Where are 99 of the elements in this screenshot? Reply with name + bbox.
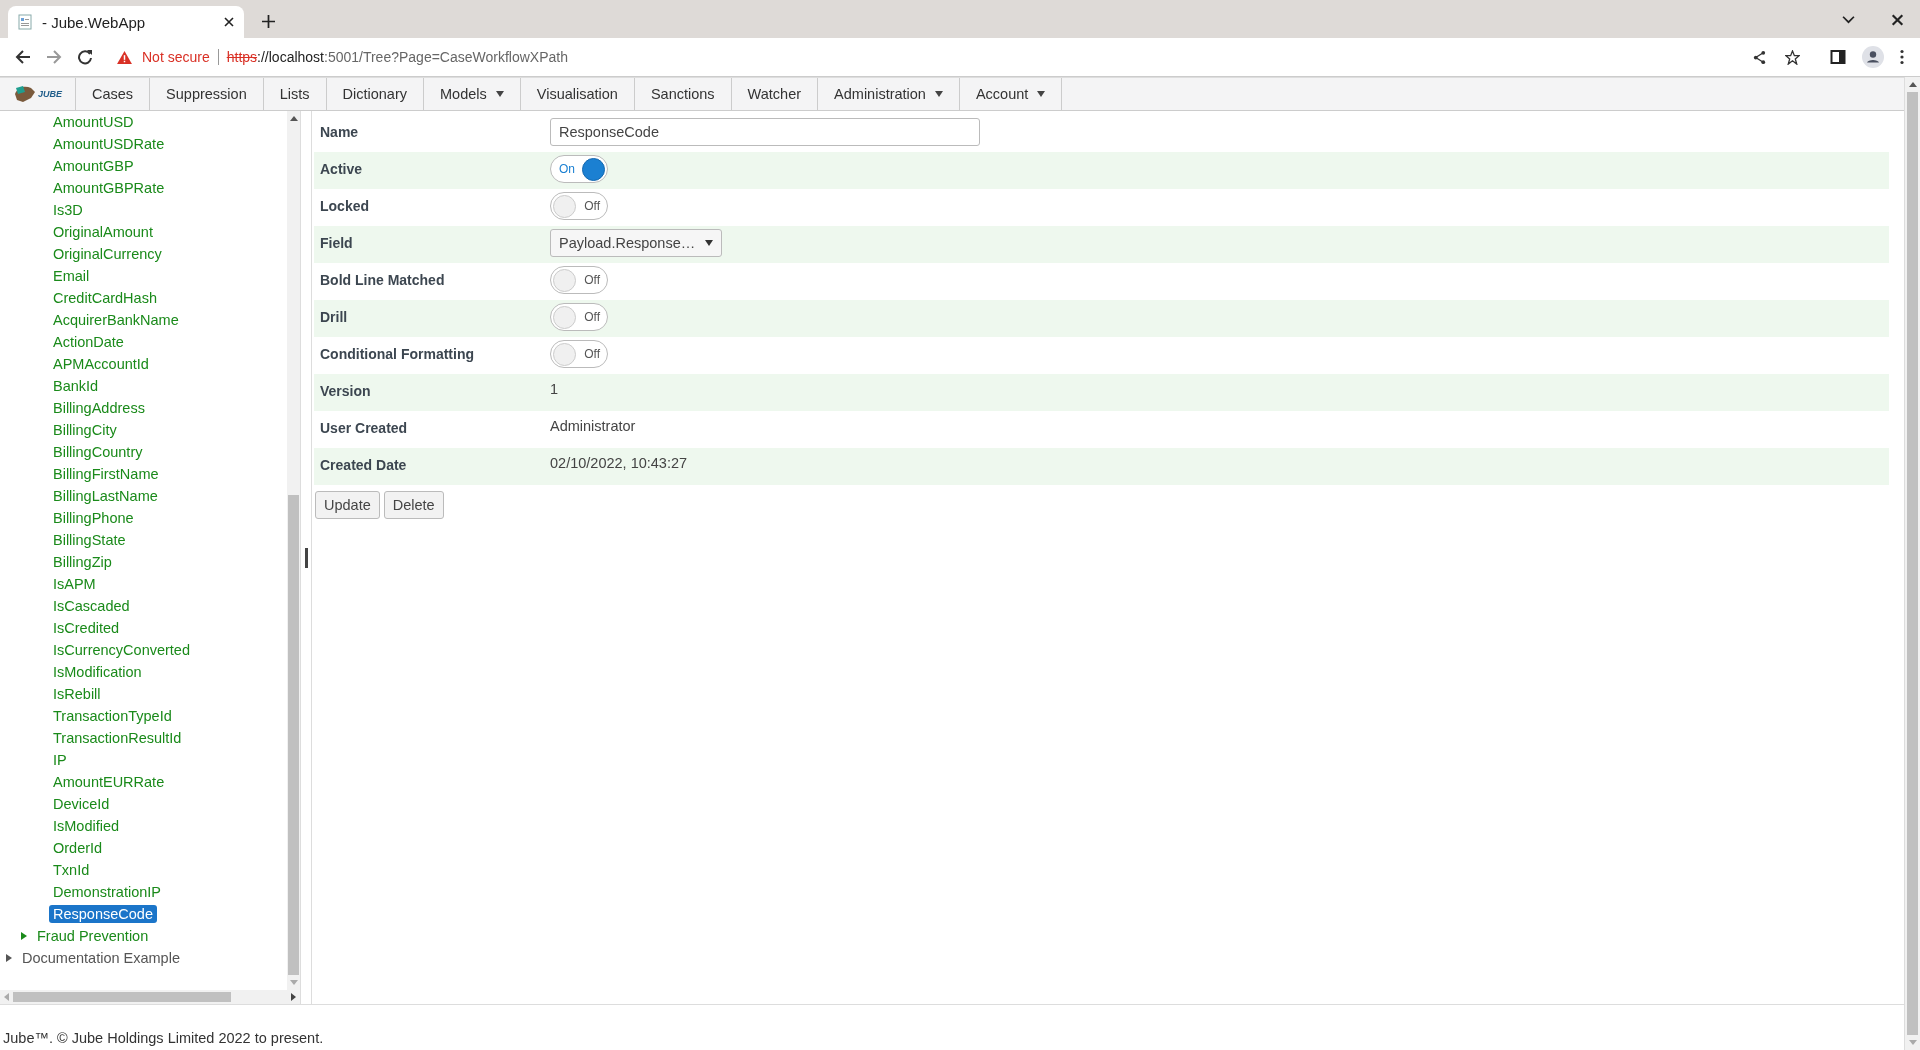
- toggle-switch[interactable]: On: [550, 155, 608, 183]
- caret-icon: [934, 91, 943, 97]
- nav-menu-item[interactable]: Suppression: [150, 78, 264, 110]
- tree-item[interactable]: AmountEURRate: [49, 773, 169, 791]
- nav-menu-item[interactable]: Dictionary: [326, 78, 424, 110]
- side-panel-icon[interactable]: [1830, 49, 1846, 65]
- tree-item[interactable]: BillingCountry: [49, 443, 147, 461]
- nav-menu-item[interactable]: Lists: [263, 78, 327, 110]
- toggle-switch[interactable]: Off: [550, 303, 608, 331]
- tree-item[interactable]: AmountGBP: [49, 157, 138, 175]
- tree-item[interactable]: Email: [49, 267, 94, 285]
- nav-menu-item[interactable]: Watcher: [731, 78, 819, 110]
- tree-item[interactable]: AmountUSDRate: [49, 135, 169, 153]
- nav-menu-item[interactable]: Administration: [818, 78, 960, 110]
- tree-item[interactable]: AmountUSD: [49, 113, 138, 131]
- new-tab-icon[interactable]: [262, 15, 275, 28]
- action-button[interactable]: Update: [315, 491, 380, 519]
- tree-item[interactable]: IsModification: [49, 663, 146, 681]
- tree-item[interactable]: IsCascaded: [49, 597, 134, 615]
- tree-item[interactable]: AcquirerBankName: [49, 311, 183, 329]
- tree-item[interactable]: APMAccountId: [49, 355, 153, 373]
- scrollbar[interactable]: [287, 111, 300, 990]
- tree-item[interactable]: IsCurrencyConverted: [49, 641, 194, 659]
- field-label: Conditional Formatting: [319, 345, 475, 362]
- url-text: https://localhost:5001/Tree?Page=CaseWorkflowXPath: [226, 49, 568, 65]
- field-label: Created Date: [319, 456, 408, 473]
- reload-icon[interactable]: [77, 49, 93, 65]
- tree-item[interactable]: BillingLastName: [49, 487, 162, 505]
- browser-tab[interactable]: - Jube.WebApp: [8, 6, 244, 38]
- back-arrow-icon[interactable]: [15, 49, 31, 65]
- field-label: Bold Line Matched: [319, 271, 446, 288]
- field-value: 02/10/2022, 10:43:27: [550, 454, 688, 471]
- expand-arrow-icon[interactable]: [6, 954, 12, 962]
- tree-item[interactable]: BillingState: [49, 531, 130, 549]
- nav-menu-item[interactable]: Sanctions: [634, 78, 732, 110]
- footer-text: Jube™. © Jube Holdings Limited 2022 to present.: [3, 1030, 324, 1046]
- close-icon[interactable]: [224, 17, 234, 27]
- field-label: Locked: [319, 197, 370, 214]
- name-input[interactable]: ResponseCode: [550, 118, 980, 146]
- caret-icon: [1037, 91, 1046, 97]
- tree-item[interactable]: BillingZip: [49, 553, 116, 571]
- field-label: Active: [319, 160, 364, 177]
- caret-icon: [495, 91, 504, 97]
- security-label: Not secure: [142, 49, 210, 65]
- tree-item[interactable]: BillingFirstName: [49, 465, 163, 483]
- action-button[interactable]: Delete: [383, 491, 444, 519]
- tree-item[interactable]: BillingCity: [49, 421, 121, 439]
- field-value: Administrator: [550, 417, 636, 434]
- tree-item[interactable]: AmountGBPRate: [49, 179, 169, 197]
- nav-menu-item[interactable]: Account: [959, 78, 1063, 110]
- scrollbar[interactable]: [1904, 77, 1920, 1050]
- field-label: User Created: [319, 419, 409, 436]
- field-label: Drill: [319, 308, 349, 325]
- tree-folder[interactable]: Fraud Prevention: [33, 927, 153, 945]
- tree-item[interactable]: OriginalCurrency: [49, 245, 166, 263]
- tree-folder[interactable]: Documentation Example: [18, 949, 184, 967]
- chevron-down-icon[interactable]: [1842, 14, 1855, 26]
- toggle-switch[interactable]: Off: [550, 340, 608, 368]
- close-icon[interactable]: [1891, 14, 1904, 26]
- toggle-switch[interactable]: Off: [550, 192, 608, 220]
- tree-item[interactable]: TransactionTypeId: [49, 707, 176, 725]
- field-label: Name: [319, 123, 360, 140]
- nav-menu-item[interactable]: Cases: [76, 78, 151, 110]
- tree-item[interactable]: ActionDate: [49, 333, 128, 351]
- scrollbar[interactable]: [0, 990, 300, 1004]
- tree-item[interactable]: Is3D: [49, 201, 87, 219]
- tree-item[interactable]: BankId: [49, 377, 103, 395]
- star-icon[interactable]: [1785, 49, 1800, 65]
- tree-item[interactable]: CreditCardHash: [49, 289, 161, 307]
- tree-item[interactable]: DeviceId: [49, 795, 114, 813]
- tree-item[interactable]: IsAPM: [49, 575, 100, 593]
- toggle-switch[interactable]: Off: [550, 266, 608, 294]
- page-icon: [18, 14, 32, 30]
- nav-menu-item[interactable]: Visualisation: [520, 78, 635, 110]
- tree-item[interactable]: OrderId: [49, 839, 107, 857]
- tree-item[interactable]: IsRebill: [49, 685, 105, 703]
- tree-item[interactable]: OriginalAmount: [49, 223, 157, 241]
- nav-menu-item[interactable]: Models: [424, 78, 521, 110]
- field-dropdown[interactable]: Payload.Response…: [550, 229, 722, 257]
- tree-item[interactable]: TransactionResultId: [49, 729, 186, 747]
- profile-icon[interactable]: [1862, 46, 1884, 68]
- menu-icon[interactable]: [1900, 49, 1904, 65]
- tree-item[interactable]: IsCredited: [49, 619, 124, 637]
- forward-arrow-icon[interactable]: [46, 49, 62, 65]
- tree-item[interactable]: BillingAddress: [49, 399, 149, 417]
- field-label: Field: [319, 234, 354, 251]
- field-value: 1: [550, 380, 559, 397]
- tree-item[interactable]: TxnId: [49, 861, 94, 879]
- tree-item[interactable]: IsModified: [49, 817, 124, 835]
- share-icon[interactable]: [1752, 49, 1767, 65]
- tree-item[interactable]: DemonstrationIP: [49, 883, 165, 901]
- tree-item[interactable]: IP: [49, 751, 71, 769]
- warning-icon: [117, 50, 132, 64]
- field-label: Version: [319, 382, 372, 399]
- tree-item[interactable]: BillingPhone: [49, 509, 138, 527]
- tab-title: - Jube.WebApp: [42, 13, 147, 31]
- jube-logo[interactable]: JUBE: [0, 78, 76, 110]
- expand-arrow-icon[interactable]: [21, 932, 27, 940]
- tree-item[interactable]: ResponseCode: [49, 905, 157, 923]
